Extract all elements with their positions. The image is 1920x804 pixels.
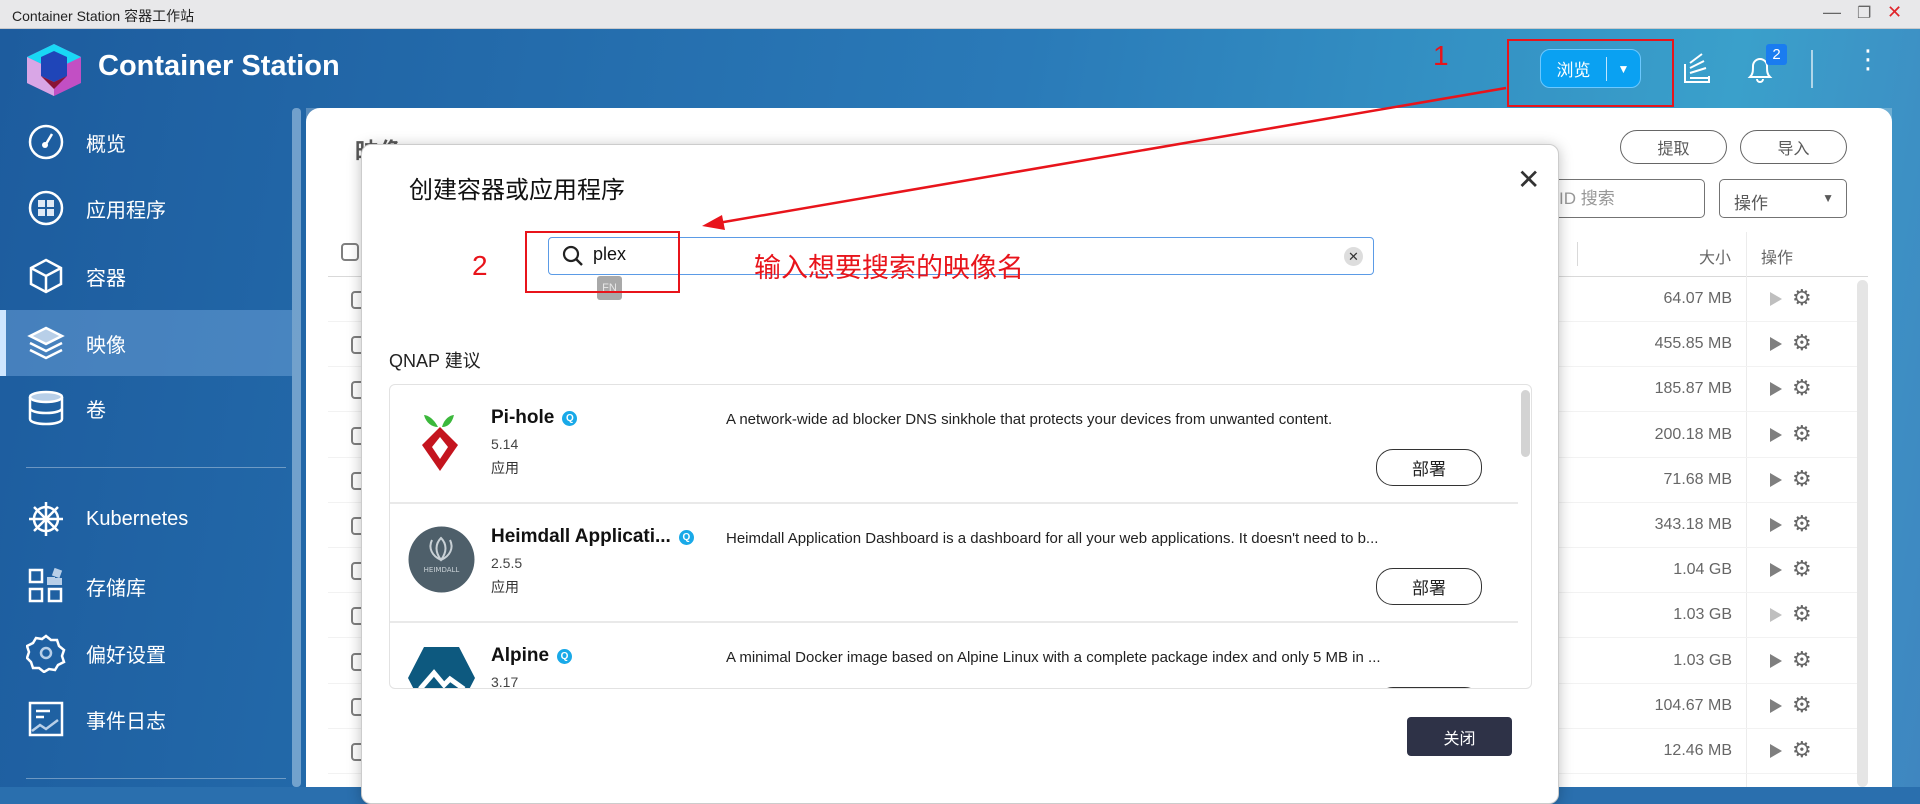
layers-icon <box>26 323 66 363</box>
sidebar-item-repository[interactable]: 存储库 <box>0 553 292 619</box>
annotation-step-1: 1 <box>1433 40 1449 71</box>
app-version: 3.17 <box>491 674 519 689</box>
minimize-icon[interactable]: — <box>1823 2 1841 23</box>
heimdall-logo-icon: HEIMDALL <box>408 526 475 593</box>
list-item: Alpine Q 3.17 A minimal Docker image base… <box>390 623 1518 689</box>
sidebar-item-label: 应用程序 <box>86 199 166 222</box>
sidebar-item-preferences[interactable]: 偏好设置 <box>0 620 292 686</box>
more-menu-icon[interactable]: ⋮ <box>1855 46 1881 72</box>
sidebar-item-apps[interactable]: 应用程序 <box>0 175 292 241</box>
helm-icon <box>26 499 66 539</box>
notification-badge: 2 <box>1766 44 1787 65</box>
cube-icon <box>26 256 66 296</box>
svg-text:HEIMDALL: HEIMDALL <box>424 566 460 574</box>
app-title: Container Station <box>98 50 340 82</box>
list-item: Pi-hole Q 5.14 应用 A network-wide ad block… <box>390 385 1518 504</box>
sidebar-item-containers[interactable]: 容器 <box>0 243 292 309</box>
gear-icon <box>26 633 66 673</box>
dashboard-icon <box>26 122 66 162</box>
app-name[interactable]: Alpine <box>491 645 549 667</box>
suggestions-list: Pi-hole Q 5.14 应用 A network-wide ad block… <box>389 384 1532 689</box>
deploy-button[interactable]: 部署 <box>1376 687 1482 688</box>
header-divider <box>1811 50 1813 88</box>
sidebar-divider <box>26 467 286 468</box>
chart-log-icon <box>26 699 66 739</box>
dialog-title: 创建容器或应用程序 <box>409 177 625 204</box>
sidebar-item-label: 存储库 <box>86 577 146 600</box>
annotation-step-2: 2 <box>472 250 488 281</box>
qnap-verified-icon: Q <box>557 648 573 664</box>
database-icon <box>26 388 66 428</box>
app-description: Heimdall Application Dashboard is a dash… <box>726 530 1379 547</box>
sidebar-item-label: 映像 <box>86 334 126 357</box>
app-description: A network-wide ad blocker DNS sinkhole t… <box>726 411 1333 428</box>
repository-icon <box>26 566 66 606</box>
app-type: 应用 <box>491 579 519 595</box>
list-scrollbar[interactable] <box>1521 390 1530 457</box>
alpine-logo-icon <box>408 647 475 688</box>
clear-search-icon[interactable]: ✕ <box>1344 247 1363 266</box>
annotation-box-2 <box>525 231 680 293</box>
app-version: 5.14 <box>491 436 519 452</box>
app-name[interactable]: Heimdall Applicati... <box>491 526 671 548</box>
sidebar-item-label: 容器 <box>86 267 126 290</box>
qnap-verified-icon: Q <box>678 529 694 545</box>
app-version: 2.5.5 <box>491 555 523 571</box>
suggestions-title: QNAP 建议 <box>389 351 481 371</box>
sidebar-scrollbar[interactable] <box>292 108 301 787</box>
sidebar-item-volumes[interactable]: 卷 <box>0 375 292 441</box>
annotation-hint: 输入想要搜索的映像名 <box>754 253 1024 283</box>
deploy-button[interactable]: 部署 <box>1376 568 1482 605</box>
container-station-logo <box>27 44 81 96</box>
app-name[interactable]: Pi-hole <box>491 407 554 429</box>
app-description: A minimal Docker image based on Alpine L… <box>726 649 1381 666</box>
close-button[interactable]: 关闭 <box>1407 717 1512 756</box>
close-icon[interactable]: ✕ <box>1887 2 1902 23</box>
sidebar-item-label: 偏好设置 <box>86 644 166 667</box>
sidebar-item-label: Kubernetes <box>86 507 189 530</box>
app-type: 应用 <box>491 460 519 476</box>
sidebar-item-label: 事件日志 <box>86 710 166 733</box>
window-title: Container Station 容器工作站 <box>12 8 195 24</box>
list-item: HEIMDALL Heimdall Applicati... Q 2.5.5 应用… <box>390 504 1518 623</box>
maximize-icon[interactable]: ❐ <box>1857 3 1871 23</box>
window-titlebar: Container Station 容器工作站 — ❐ ✕ <box>0 0 1920 29</box>
apps-icon <box>26 188 66 228</box>
sidebar-item-overview[interactable]: 概览 <box>0 109 292 175</box>
sidebar-item-images[interactable]: 映像 <box>0 310 292 376</box>
deploy-button[interactable]: 部署 <box>1376 449 1482 486</box>
qnap-verified-icon: Q <box>562 410 578 426</box>
sidebar-divider <box>26 778 286 779</box>
tasks-stack-icon[interactable] <box>1682 52 1712 84</box>
browse-split-button[interactable]: 浏览 ▼ <box>1540 49 1641 88</box>
close-icon[interactable]: ✕ <box>1517 163 1540 196</box>
caret-down-icon[interactable]: ▼ <box>1607 62 1640 76</box>
sidebar-item-label: 概览 <box>86 133 126 156</box>
pihole-logo-icon <box>422 415 458 471</box>
sidebar-item-label: 卷 <box>86 399 106 422</box>
sidebar-item-event-log[interactable]: 事件日志 <box>0 686 292 752</box>
sidebar-item-kubernetes[interactable]: Kubernetes <box>0 486 292 552</box>
browse-button[interactable]: 浏览 <box>1541 56 1606 81</box>
